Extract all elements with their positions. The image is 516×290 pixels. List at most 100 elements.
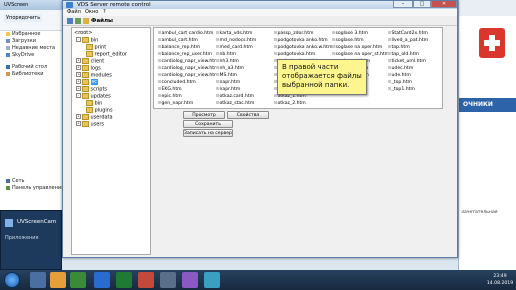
tree-node-client[interactable]: + client	[76, 58, 104, 64]
system-clock[interactable]: 23:49 14.08.2019	[486, 271, 514, 289]
start-button[interactable]	[4, 272, 20, 288]
properties-button[interactable]: Свойства	[227, 111, 269, 119]
file-item[interactable]: podgotovka anko.htm	[274, 38, 328, 44]
write-server-button[interactable]: Записать на сервер	[183, 129, 233, 137]
file-item[interactable]: EKG.htm	[158, 87, 182, 93]
taskbar-app2-icon[interactable]	[160, 272, 176, 288]
save-local-button[interactable]: Сохранить локально	[183, 120, 233, 135]
file-item[interactable]: soglase 3.htm	[332, 31, 368, 37]
tree-node-print[interactable]: print	[86, 44, 106, 50]
file-item[interactable]: tap.htm	[388, 45, 410, 51]
expand-icon[interactable]: +	[76, 86, 81, 92]
file-item[interactable]: cardiolog_napr_view.htm	[158, 66, 219, 72]
expand-icon[interactable]: +	[76, 58, 81, 64]
tree-node-users[interactable]: + users	[76, 121, 104, 127]
expand-icon[interactable]: +	[76, 79, 81, 85]
file-item[interactable]: nh3.htm	[216, 59, 239, 65]
file-item[interactable]: StatCard2x.htm	[388, 31, 428, 37]
file-item[interactable]: balance_rep.htm	[158, 45, 200, 51]
file-item[interactable]: napr.htm	[216, 87, 240, 93]
menu-help[interactable]: ?	[103, 9, 106, 16]
expand-icon[interactable]: +	[76, 114, 81, 120]
file-item[interactable]: md_nodocs.htm	[216, 38, 256, 44]
taskbar-excel-icon[interactable]	[116, 272, 132, 288]
expand-icon[interactable]: +	[76, 65, 81, 71]
file-item[interactable]: soglase.htm	[332, 38, 364, 44]
tree-node-logs[interactable]: + logs	[76, 65, 101, 71]
close-button[interactable]: ✕	[431, 1, 457, 8]
maximize-button[interactable]: □	[413, 1, 431, 8]
file-name: _top1.htm	[391, 87, 415, 92]
file-item[interactable]: _top1.htm	[388, 87, 415, 93]
file-item[interactable]: lived_a_pat.htm	[388, 38, 428, 44]
tree-node-modules[interactable]: + modules	[76, 72, 112, 78]
file-name: passp_zdor.htm	[277, 31, 314, 36]
taskbar-app-icon[interactable]	[138, 272, 154, 288]
callout-line-1: В правой части	[282, 63, 339, 71]
back-icon[interactable]	[67, 18, 73, 24]
file-name: med_card.htm	[219, 45, 253, 50]
tree-node-bin[interactable]: - bin	[76, 37, 98, 43]
file-item[interactable]: cardiolog_napr_view.htm	[158, 73, 219, 79]
file-item[interactable]: gen_napr.htm	[158, 101, 193, 107]
file-icon	[332, 52, 335, 55]
file-item[interactable]: ticket_uml.htm	[388, 59, 426, 65]
tree-node-plugins[interactable]: plugins	[86, 107, 113, 113]
file-item[interactable]: _top.htm	[388, 80, 412, 86]
file-item[interactable]: epic.htm	[158, 94, 182, 100]
file-item[interactable]: med_card.htm	[216, 45, 253, 51]
file-item[interactable]: soglase na oper.htm	[332, 45, 382, 51]
preview-app-title[interactable]: UVScreenCam	[17, 219, 56, 225]
file-item[interactable]: udec.htm	[388, 66, 413, 72]
expand-icon[interactable]: +	[76, 121, 81, 127]
file-item[interactable]: tap_old.htm	[388, 52, 419, 58]
folder-icon[interactable]	[83, 18, 89, 24]
file-icon	[216, 94, 219, 97]
minimize-button[interactable]: –	[393, 1, 413, 8]
tree-node-updates-bin[interactable]: bin	[86, 100, 102, 106]
taskbar-app4-icon[interactable]	[204, 272, 220, 288]
file-item[interactable]: otkaz_2.htm	[274, 101, 306, 107]
file-item[interactable]: otkaz.card.htm	[216, 94, 254, 100]
network-icon	[6, 178, 10, 183]
tree-node-report-editor[interactable]: report_editor	[86, 51, 127, 57]
taskbar-app3-icon[interactable]	[182, 272, 198, 288]
tree-node-userdata[interactable]: + userdata	[76, 114, 113, 120]
file-item[interactable]: nh_a3.htm	[216, 66, 244, 72]
tree-node-sc-selected[interactable]: + sc	[76, 79, 98, 86]
downloads-icon	[6, 38, 10, 43]
file-item[interactable]: otkaz_stac.htm	[216, 101, 254, 107]
file-item[interactable]: passp_zdor.htm	[274, 31, 313, 37]
clock-date: 14.08.2019	[486, 281, 514, 286]
tree-node-root[interactable]: <root>	[74, 30, 92, 36]
recent-icon	[6, 45, 10, 50]
file-item[interactable]: concluded.htm	[158, 80, 196, 86]
file-item[interactable]: cardiolog_napr_view.htm	[158, 59, 219, 65]
taskbar-explorer-icon[interactable]	[30, 272, 46, 288]
tree-node-scripts[interactable]: + scripts	[76, 86, 107, 92]
file-item[interactable]: ambul_cart.htm	[158, 38, 198, 44]
file-item[interactable]: soglase na oper_st.htm	[332, 52, 389, 58]
preview-button[interactable]: Просмотр	[183, 111, 225, 119]
taskbar-word-icon[interactable]	[94, 272, 110, 288]
menu-window[interactable]: Окно	[85, 9, 98, 16]
file-item[interactable]: balance_rep_user.htm	[158, 52, 212, 58]
file-item[interactable]: karta_vds.htm	[216, 31, 252, 37]
expand-icon[interactable]: +	[76, 72, 81, 78]
menu-file[interactable]: Файл	[67, 9, 81, 16]
taskbar-media-icon[interactable]	[50, 272, 66, 288]
file-item[interactable]: MS.htm	[216, 73, 237, 79]
collapse-icon[interactable]: -	[76, 37, 81, 43]
collapse-icon[interactable]: -	[76, 93, 81, 99]
file-item[interactable]: nb.htm	[216, 52, 236, 58]
file-item[interactable]: ambul_cart cardio.htm	[158, 31, 213, 37]
file-item[interactable]: podgotovka.htm	[274, 52, 315, 58]
refresh-icon[interactable]	[75, 18, 81, 24]
tree-node-updates[interactable]: - updates	[76, 93, 111, 99]
file-item[interactable]: napr.htm	[216, 80, 240, 86]
file-name: udec.htm	[391, 66, 414, 71]
organize-button[interactable]: Упорядочить	[4, 14, 43, 22]
taskbar-monitor-icon[interactable]	[70, 272, 86, 288]
file-item[interactable]: ude.htm	[388, 73, 411, 79]
file-item[interactable]: podgotovka anko.w.htm	[274, 45, 332, 51]
